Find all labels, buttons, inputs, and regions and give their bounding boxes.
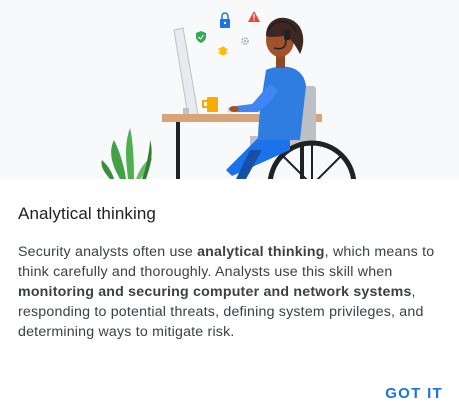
mug-illustration xyxy=(202,97,218,112)
plant-illustration xyxy=(101,128,152,179)
lock-icon xyxy=(220,12,230,28)
shield-check-icon xyxy=(196,31,206,43)
got-it-button[interactable]: GOT IT xyxy=(385,383,443,405)
warning-icon xyxy=(248,11,260,22)
body-emphasis-monitoring-systems: monitoring and securing computer and net… xyxy=(18,284,412,300)
hero-illustration xyxy=(0,0,459,179)
gear-icon xyxy=(241,37,249,45)
dialog-title: Analytical thinking xyxy=(18,204,156,223)
dialog-body: Security analysts often use analytical t… xyxy=(18,242,443,342)
body-text-segment: Security analysts often use xyxy=(18,244,198,260)
person-illustration xyxy=(226,17,306,179)
monitor-illustration xyxy=(173,27,199,118)
bug-icon xyxy=(218,46,228,56)
analyst-illustration xyxy=(101,11,357,179)
body-emphasis-analytical-thinking: analytical thinking xyxy=(197,244,325,260)
